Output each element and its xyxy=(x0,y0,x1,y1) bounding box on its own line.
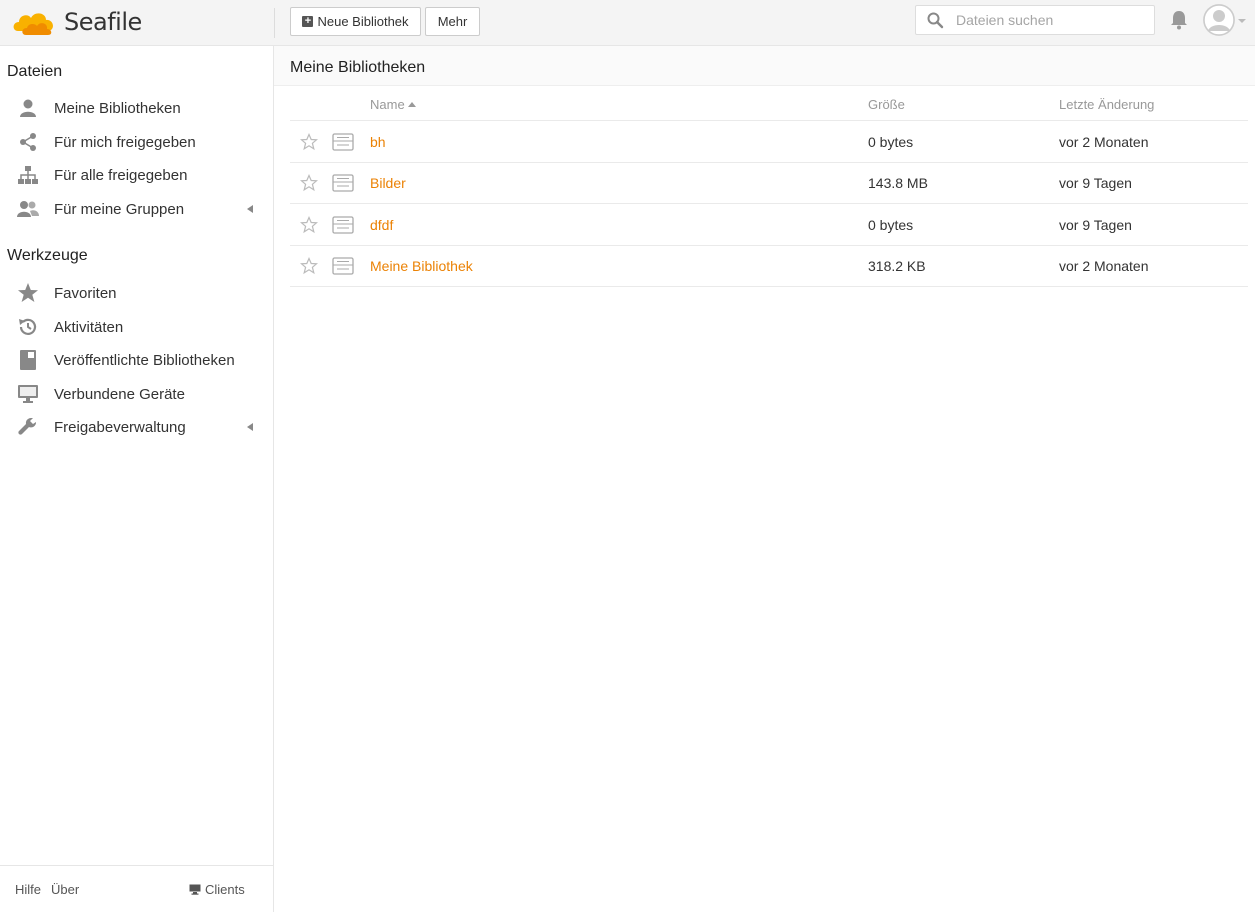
library-size: 0 bytes xyxy=(868,134,914,150)
library-name-link[interactable]: bh xyxy=(370,134,386,150)
cloud-logo-icon xyxy=(13,13,53,35)
column-header-label: Name xyxy=(370,97,405,112)
sidebar-item-activities[interactable]: Aktivitäten xyxy=(0,312,273,342)
search-input[interactable] xyxy=(956,12,1146,28)
clients-link[interactable]: Clients xyxy=(189,882,245,897)
sidebar-item-label: Für meine Gruppen xyxy=(54,200,185,218)
group-icon xyxy=(16,198,40,220)
library-modified: vor 9 Tagen xyxy=(1059,175,1132,191)
star-outline-icon[interactable] xyxy=(300,133,318,151)
tools-heading: Werkzeuge xyxy=(7,247,88,264)
table-row[interactable]: Bilder 143.8 MB vor 9 Tagen xyxy=(290,162,1248,203)
sidebar-item-label: Meine Bibliotheken xyxy=(54,99,181,117)
plus-icon: + xyxy=(302,16,314,27)
avatar-chevron-down-icon[interactable] xyxy=(1238,19,1246,23)
star-icon xyxy=(16,282,40,304)
sidebar-item-label: Verbundene Geräte xyxy=(54,385,185,403)
history-icon xyxy=(16,316,40,338)
library-name-link[interactable]: dfdf xyxy=(370,217,393,233)
header-divider xyxy=(274,8,275,38)
monitor-icon xyxy=(16,383,40,405)
clients-label: Clients xyxy=(205,882,245,897)
new-library-button[interactable]: + Neue Bibliothek xyxy=(290,7,421,36)
sidebar-item-label: Veröffentlichte Bibliotheken xyxy=(54,351,235,369)
sidebar-item-label: Für mich freigegeben xyxy=(54,133,196,151)
help-link[interactable]: Hilfe xyxy=(15,882,41,897)
column-header-size: Größe xyxy=(868,97,905,112)
library-size: 143.8 MB xyxy=(868,175,928,191)
star-outline-icon[interactable] xyxy=(300,174,318,192)
brand-name: Seafile xyxy=(64,8,142,36)
search-icon xyxy=(927,12,944,29)
sidebar-item-my-groups[interactable]: Für meine Gruppen xyxy=(0,194,273,224)
sidebar-item-label: Freigabeverwaltung xyxy=(54,418,186,436)
sidebar-item-label: Für alle freigegeben xyxy=(54,166,188,184)
library-modified: vor 2 Monaten xyxy=(1059,134,1149,150)
column-header-modified: Letzte Änderung xyxy=(1059,97,1155,112)
divider xyxy=(290,286,1248,287)
sidebar-item-linked-devices[interactable]: Verbundene Geräte xyxy=(0,379,273,409)
sidebar-item-label: Favoriten xyxy=(54,284,117,302)
library-modified: vor 9 Tagen xyxy=(1059,217,1132,233)
library-icon xyxy=(332,257,354,275)
caret-left-icon[interactable] xyxy=(247,205,253,213)
library-icon xyxy=(332,216,354,234)
files-heading: Dateien xyxy=(7,63,63,80)
monitor-icon xyxy=(189,884,201,895)
page-title: Meine Bibliotheken xyxy=(290,59,426,76)
table-row[interactable]: Meine Bibliothek 318.2 KB vor 2 Monaten xyxy=(290,245,1248,286)
library-icon xyxy=(332,133,354,151)
sidebar-item-published-libraries[interactable]: Veröffentlichte Bibliotheken xyxy=(0,345,273,375)
caret-left-icon[interactable] xyxy=(247,423,253,431)
sidebar-footer: Hilfe Über Clients xyxy=(0,865,273,912)
sidebar: Dateien Meine Bibliotheken Für mich frei… xyxy=(0,46,274,912)
star-outline-icon[interactable] xyxy=(300,216,318,234)
library-size: 0 bytes xyxy=(868,217,914,233)
library-icon xyxy=(332,174,354,192)
more-label: Mehr xyxy=(437,14,468,29)
search-box xyxy=(915,5,1155,35)
org-icon xyxy=(16,164,40,186)
about-link[interactable]: Über xyxy=(51,882,79,897)
main-header: Meine Bibliotheken xyxy=(274,46,1255,86)
library-name-link[interactable]: Bilder xyxy=(370,175,406,191)
table-row[interactable]: dfdf 0 bytes vor 9 Tagen xyxy=(290,204,1248,245)
share-icon xyxy=(16,131,40,153)
sidebar-item-shared-with-me[interactable]: Für mich freigegeben xyxy=(0,127,273,157)
sidebar-item-my-libraries[interactable]: Meine Bibliotheken xyxy=(0,93,273,123)
avatar-icon xyxy=(1203,4,1235,36)
seafile-logo[interactable]: Seafile xyxy=(10,5,142,39)
wrench-icon xyxy=(16,416,40,438)
library-modified: vor 2 Monaten xyxy=(1059,258,1149,274)
library-name-link[interactable]: Meine Bibliothek xyxy=(370,258,473,274)
library-size: 318.2 KB xyxy=(868,258,926,274)
more-button[interactable]: Mehr xyxy=(425,7,480,36)
column-header-name[interactable]: Name xyxy=(370,97,416,112)
notification-bell-icon[interactable] xyxy=(1168,9,1190,31)
table-row[interactable]: bh 0 bytes vor 2 Monaten xyxy=(290,121,1248,162)
sidebar-item-share-admin[interactable]: Freigabeverwaltung xyxy=(0,412,273,442)
sidebar-item-favorites[interactable]: Favoriten xyxy=(0,278,273,308)
top-header: Seafile + Neue Bibliothek Mehr xyxy=(0,0,1255,46)
user-avatar[interactable] xyxy=(1203,4,1235,36)
star-outline-icon[interactable] xyxy=(300,257,318,275)
new-library-label: Neue Bibliothek xyxy=(317,14,409,29)
user-icon xyxy=(16,97,40,119)
sort-ascending-icon xyxy=(407,102,416,107)
sidebar-item-label: Aktivitäten xyxy=(54,318,124,336)
sidebar-item-shared-with-all[interactable]: Für alle freigegeben xyxy=(0,160,273,190)
book-icon xyxy=(16,349,40,371)
